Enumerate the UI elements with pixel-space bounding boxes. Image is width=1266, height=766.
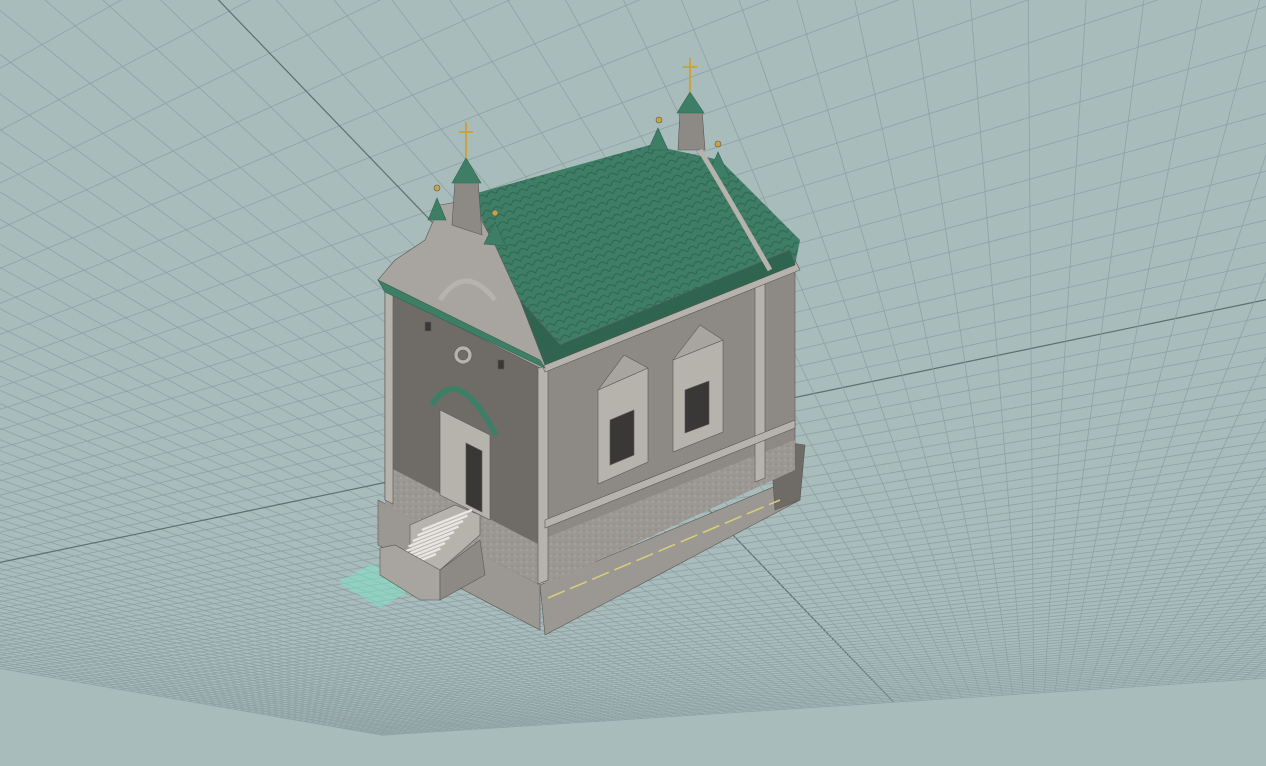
scene-canvas[interactable] xyxy=(0,0,1266,766)
entrance-door xyxy=(465,442,483,513)
rear-turret xyxy=(677,109,706,151)
corner-pilaster xyxy=(537,363,549,585)
finial-ornament xyxy=(655,116,663,124)
gable-turret xyxy=(451,179,483,236)
finial-ornament xyxy=(714,140,722,148)
oculus-window-inner xyxy=(457,349,469,361)
corner-pilaster-left xyxy=(384,284,394,505)
finial-ornament xyxy=(491,209,499,217)
finial-ornament xyxy=(433,184,441,192)
small-window xyxy=(424,321,432,332)
small-window xyxy=(497,359,505,370)
3d-viewport[interactable] xyxy=(0,0,1266,766)
corner-pilaster-right xyxy=(754,277,766,483)
